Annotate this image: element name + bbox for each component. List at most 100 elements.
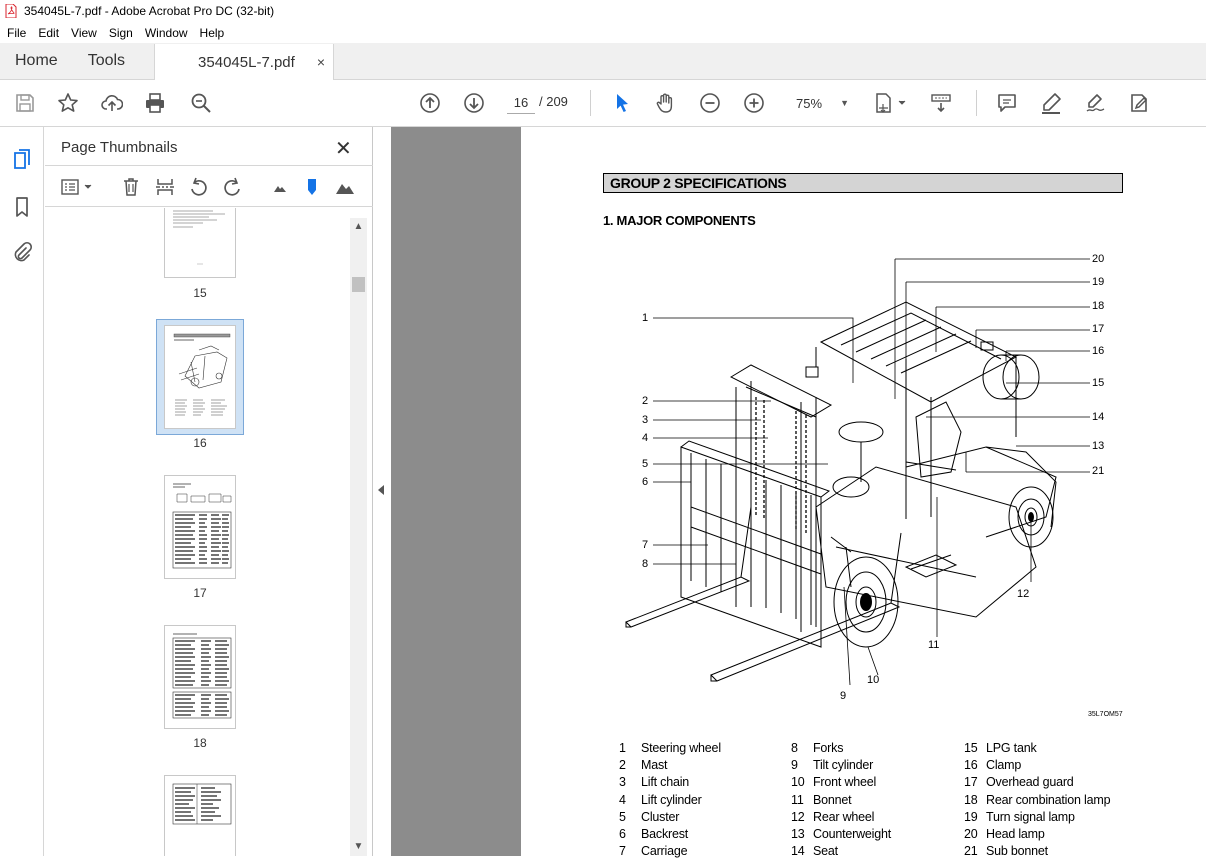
component-name: Tilt cylinder bbox=[813, 758, 874, 773]
thumbnail-page-17[interactable] bbox=[164, 475, 236, 579]
window-title: 354045L-7.pdf - Adobe Acrobat Pro DC (32… bbox=[24, 4, 275, 18]
component-number: 18 bbox=[964, 792, 978, 807]
panel-title: Page Thumbnails bbox=[61, 139, 178, 156]
component-number: 5 bbox=[619, 809, 626, 824]
thumbnail-list: 15 16 17 18 bbox=[45, 208, 355, 856]
menu-file[interactable]: File bbox=[0, 26, 31, 40]
component-number: 6 bbox=[619, 827, 626, 841]
zoom-search-icon[interactable] bbox=[189, 91, 213, 115]
rotate-clockwise-icon[interactable] bbox=[221, 176, 243, 198]
group-heading: GROUP 2 SPECIFICATIONS bbox=[603, 173, 1123, 193]
component-number: 4 bbox=[619, 792, 626, 807]
callout-1: 1 bbox=[642, 312, 649, 324]
callout-17: 17 bbox=[1092, 323, 1105, 335]
zoom-level-dropdown[interactable]: 75% ▼ bbox=[781, 92, 853, 114]
hand-tool-icon[interactable] bbox=[654, 91, 678, 115]
smaller-thumbnails-icon[interactable] bbox=[269, 176, 291, 198]
page-fit-icon[interactable] bbox=[873, 91, 909, 115]
scroll-thumb[interactable] bbox=[352, 277, 365, 292]
tab-close-button[interactable]: × bbox=[317, 54, 325, 70]
pdf-page: GROUP 2 SPECIFICATIONS 1. MAJOR COMPONEN… bbox=[521, 127, 1206, 858]
highlight-pen-icon[interactable] bbox=[1039, 91, 1063, 115]
component-number: 8 bbox=[791, 741, 798, 755]
larger-thumbnails-icon[interactable] bbox=[334, 176, 356, 198]
thumbnail-page-18[interactable] bbox=[164, 625, 236, 729]
zoom-out-icon[interactable] bbox=[698, 91, 722, 115]
component-name: Bonnet bbox=[813, 792, 852, 807]
thumbnail-size-slider-icon[interactable] bbox=[301, 176, 323, 198]
callout-11: 11 bbox=[928, 639, 940, 651]
component-number: 13 bbox=[791, 827, 805, 841]
tab-tools[interactable]: Tools bbox=[73, 43, 140, 79]
component-name: Turn signal lamp bbox=[986, 809, 1075, 824]
thumbnail-page-19[interactable] bbox=[164, 775, 236, 856]
scroll-up-arrow-icon[interactable]: ▲ bbox=[350, 220, 367, 234]
section-heading: 1. MAJOR COMPONENTS bbox=[603, 213, 756, 228]
acrobat-pdf-icon bbox=[4, 4, 18, 18]
tab-bar: Home Tools 354045L-7.pdf × bbox=[0, 43, 1206, 80]
menu-view[interactable]: View bbox=[64, 26, 102, 40]
print-icon[interactable] bbox=[143, 91, 167, 115]
thumbnail-page-15[interactable] bbox=[164, 208, 236, 278]
thumbnail-options-icon[interactable] bbox=[59, 176, 95, 198]
star-icon[interactable] bbox=[56, 91, 80, 115]
component-number: 2 bbox=[619, 758, 626, 773]
document-viewer[interactable]: GROUP 2 SPECIFICATIONS 1. MAJOR COMPONEN… bbox=[391, 127, 1206, 858]
page-thumbnails-panel: Page Thumbnails ✕ 15 16 17 18 ▲ ▼ bbox=[45, 127, 373, 856]
zoom-in-icon[interactable] bbox=[742, 91, 766, 115]
thumbnail-label: 15 bbox=[193, 286, 207, 300]
tab-document-label: 354045L-7.pdf bbox=[198, 53, 295, 71]
menu-window[interactable]: Window bbox=[138, 26, 193, 40]
thumbnail-scrollbar[interactable]: ▲ ▼ bbox=[350, 218, 367, 856]
callout-5: 5 bbox=[642, 458, 649, 470]
component-number: 9 bbox=[791, 758, 798, 773]
component-name: Head lamp bbox=[986, 827, 1045, 841]
select-cursor-icon[interactable] bbox=[610, 91, 634, 115]
chevron-down-icon: ▼ bbox=[840, 98, 849, 108]
close-icon[interactable]: ✕ bbox=[335, 136, 352, 161]
component-name: Rear combination lamp bbox=[986, 792, 1111, 807]
callout-7: 7 bbox=[642, 539, 649, 551]
callout-15: 15 bbox=[1092, 377, 1105, 389]
page-thumbnails-icon[interactable] bbox=[11, 148, 33, 170]
menu-sign[interactable]: Sign bbox=[102, 26, 138, 40]
tab-home[interactable]: Home bbox=[0, 43, 73, 79]
save-icon[interactable] bbox=[13, 91, 37, 115]
callout-13: 13 bbox=[1092, 440, 1105, 452]
next-page-icon[interactable] bbox=[462, 91, 486, 115]
previous-page-icon[interactable] bbox=[418, 91, 442, 115]
extract-page-icon[interactable] bbox=[154, 176, 176, 198]
thumbnail-page-16[interactable] bbox=[164, 325, 236, 429]
callout-12: 12 bbox=[1017, 588, 1030, 600]
tab-document[interactable]: 354045L-7.pdf × bbox=[154, 44, 335, 80]
bookmark-icon[interactable] bbox=[11, 196, 33, 218]
attachment-icon[interactable] bbox=[11, 241, 33, 263]
menu-bar: File Edit View Sign Window Help bbox=[0, 22, 1206, 43]
component-name: Overhead guard bbox=[986, 775, 1074, 790]
scroll-down-arrow-icon[interactable]: ▼ bbox=[350, 840, 367, 854]
component-name: Front wheel bbox=[813, 775, 877, 790]
menu-help[interactable]: Help bbox=[193, 26, 230, 40]
scrolling-mode-icon[interactable] bbox=[929, 91, 953, 115]
callout-14: 14 bbox=[1092, 411, 1105, 423]
delete-page-icon[interactable] bbox=[120, 176, 142, 198]
upload-cloud-icon[interactable] bbox=[100, 91, 124, 115]
component-number: 17 bbox=[964, 775, 978, 790]
component-name: Counterweight bbox=[813, 827, 892, 841]
component-number: 11 bbox=[791, 792, 804, 807]
comment-icon[interactable] bbox=[995, 91, 1019, 115]
callout-4: 4 bbox=[642, 432, 649, 444]
component-name: Lift chain bbox=[641, 775, 690, 790]
menu-edit[interactable]: Edit bbox=[31, 26, 64, 40]
collapse-panel-icon[interactable] bbox=[378, 485, 384, 495]
rotate-counterclockwise-icon[interactable] bbox=[188, 176, 210, 198]
figure-code: 35L7OM57 bbox=[1088, 711, 1123, 718]
component-name: Forks bbox=[813, 741, 844, 755]
page-number-input[interactable]: 16 bbox=[507, 92, 535, 114]
draw-signature-icon[interactable] bbox=[1083, 91, 1107, 115]
callout-9: 9 bbox=[840, 690, 847, 702]
fill-sign-icon[interactable] bbox=[1127, 91, 1151, 115]
callout-6: 6 bbox=[642, 476, 649, 488]
component-name: Steering wheel bbox=[641, 741, 721, 755]
thumbnail-label: 18 bbox=[193, 736, 207, 750]
